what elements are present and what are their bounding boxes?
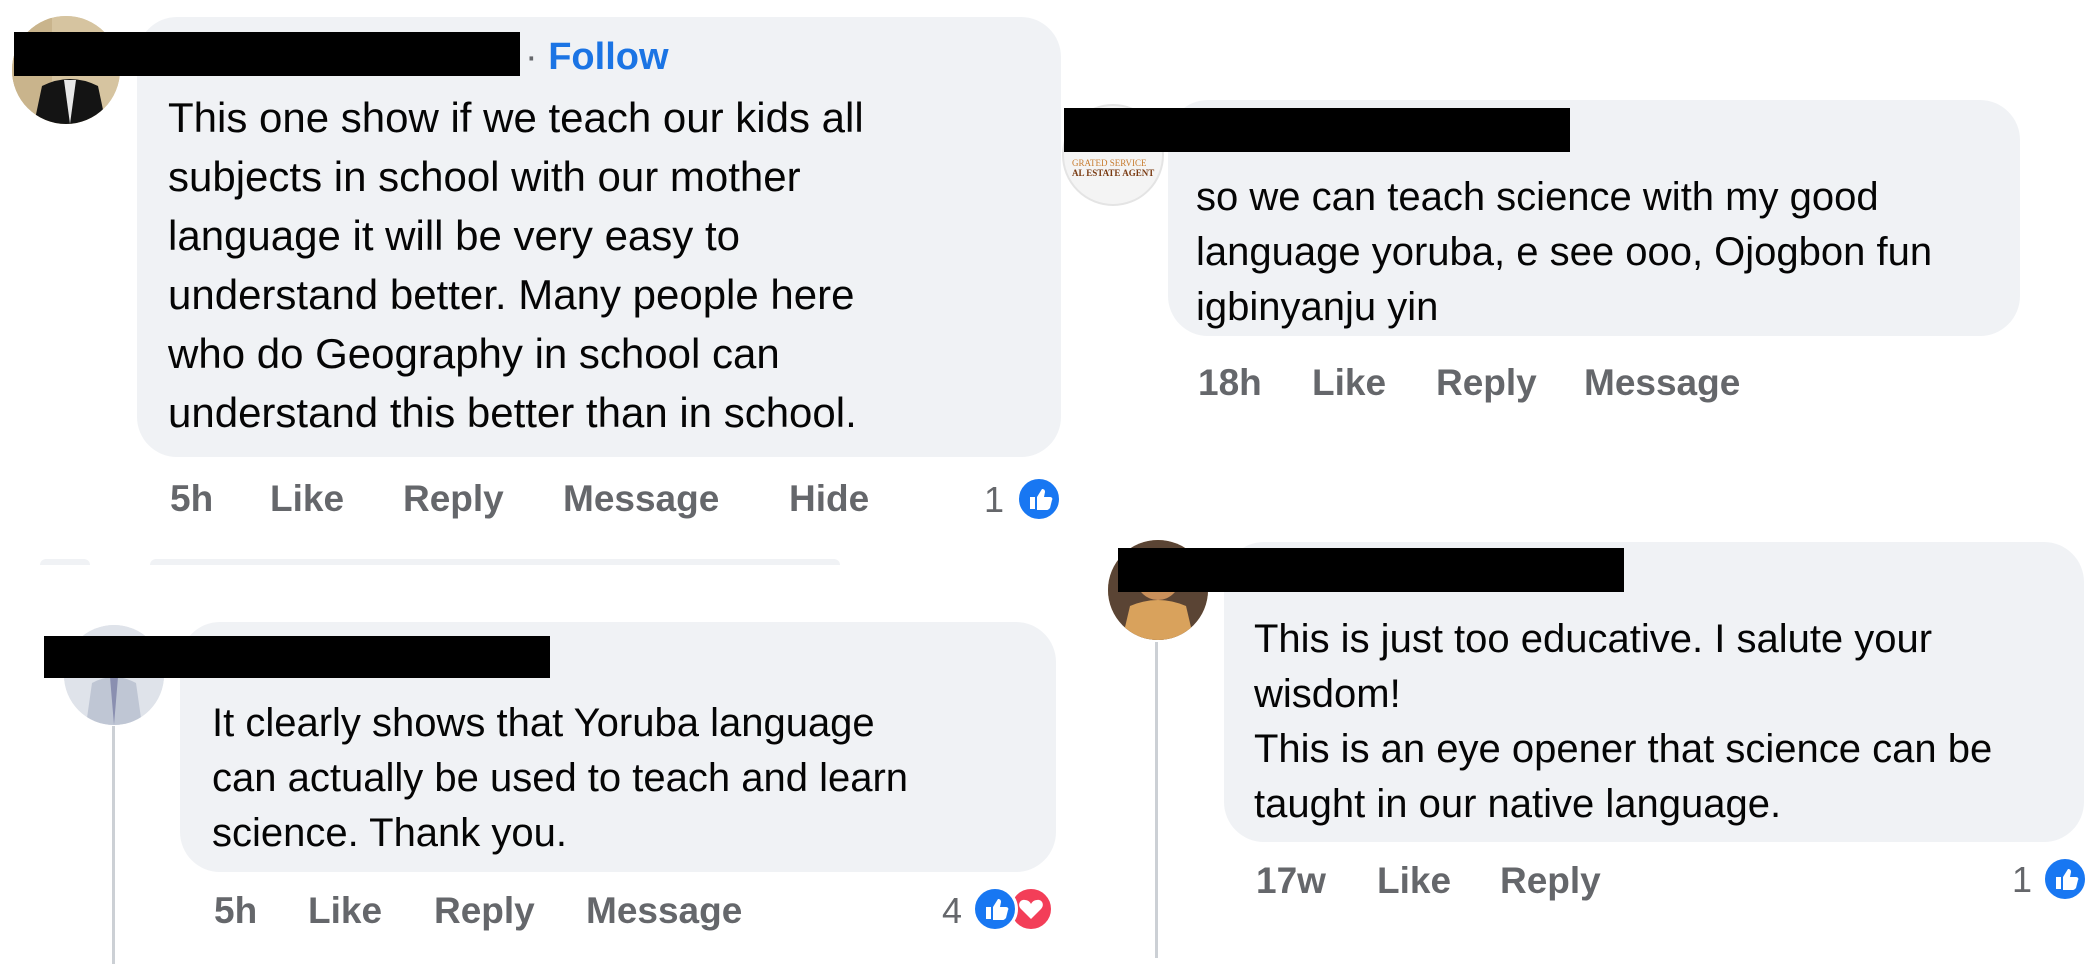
comment-line: can actually be used to teach and learn xyxy=(212,756,909,800)
comment-line: language it will be very easy to xyxy=(168,212,740,259)
redacted-author-name xyxy=(1064,108,1570,152)
reaction-summary[interactable]: 1 xyxy=(984,476,1084,526)
hide-button[interactable]: Hide xyxy=(789,478,869,520)
reply-button[interactable]: Reply xyxy=(434,890,535,932)
comment-line: so we can teach science with my good xyxy=(1196,175,1879,219)
like-button[interactable]: Like xyxy=(308,890,382,932)
comment-line: understand better. Many people here xyxy=(168,271,855,318)
like-button[interactable]: Like xyxy=(270,478,344,520)
comment-actions: 17w Like Reply xyxy=(1100,860,2100,910)
reaction-count: 1 xyxy=(2012,859,2033,900)
timestamp[interactable]: 5h xyxy=(170,478,213,520)
comment-text: so we can teach science with my good lan… xyxy=(1196,170,1932,335)
separator-dot: · xyxy=(525,36,549,78)
message-button[interactable]: Message xyxy=(586,890,742,932)
comment-text: This one show if we teach our kids all s… xyxy=(168,88,864,442)
comment-2: GRATED SERVICE AL ESTATE AGENT so we can… xyxy=(1060,90,2060,430)
comment-3: It clearly shows that Yoruba language ca… xyxy=(0,600,1080,964)
like-icon xyxy=(1016,476,1062,522)
like-button[interactable]: Like xyxy=(1377,860,1451,902)
reply-button[interactable]: Reply xyxy=(1500,860,1601,902)
redacted-author-name xyxy=(14,32,520,76)
thread-line xyxy=(1155,642,1158,958)
follow-link[interactable]: · Follow xyxy=(525,36,669,79)
timestamp[interactable]: 5h xyxy=(214,890,257,932)
comment-line: taught in our native language. xyxy=(1254,782,1782,826)
avatar-logo-text: GRATED SERVICE AL ESTATE AGENT xyxy=(1072,158,1155,178)
reaction-count: 4 xyxy=(942,890,963,931)
reaction-count: 1 xyxy=(984,479,1005,520)
comment-text: This is just too educative. I salute you… xyxy=(1254,612,1992,832)
reply-button[interactable]: Reply xyxy=(1436,362,1537,404)
comment-line: subjects in school with our mother xyxy=(168,153,801,200)
comment-line: igbinyanju yin xyxy=(1196,285,1439,329)
comment-line: understand this better than in school. xyxy=(168,389,857,436)
comment-line: This is an eye opener that science can b… xyxy=(1254,727,1993,771)
reaction-summary[interactable]: 1 xyxy=(2012,856,2100,906)
comment-line: This is just too educative. I salute you… xyxy=(1254,617,1933,661)
comment-line: It clearly shows that Yoruba language xyxy=(212,701,875,745)
follow-label[interactable]: Follow xyxy=(548,36,668,78)
reply-button[interactable]: Reply xyxy=(403,478,504,520)
comment-4: This is just too educative. I salute you… xyxy=(1100,530,2100,964)
redacted-author-name xyxy=(1118,548,1624,592)
divider xyxy=(150,559,840,565)
timestamp[interactable]: 18h xyxy=(1198,362,1262,404)
like-icon xyxy=(2042,856,2088,902)
comment-text: It clearly shows that Yoruba language ca… xyxy=(212,696,908,861)
like-button[interactable]: Like xyxy=(1312,362,1386,404)
message-button[interactable]: Message xyxy=(1584,362,1740,404)
timestamp[interactable]: 17w xyxy=(1256,860,1326,902)
comment-1: · Follow This one show if we teach our k… xyxy=(0,0,1080,540)
redacted-author-name xyxy=(44,636,550,678)
divider xyxy=(40,559,90,565)
like-icon xyxy=(972,886,1018,932)
comment-actions: 18h Like Reply Message xyxy=(1060,362,2060,412)
reaction-summary[interactable]: 4 xyxy=(942,886,1062,936)
comment-actions: 5h Like Reply Message Hide xyxy=(0,478,1080,528)
comment-line: language yoruba, e see ooo, Ojogbon fun xyxy=(1196,230,1933,274)
message-button[interactable]: Message xyxy=(563,478,719,520)
comment-line: This one show if we teach our kids all xyxy=(168,94,864,141)
comment-actions: 5h Like Reply Message xyxy=(0,890,1080,940)
comment-line: wisdom! xyxy=(1254,672,1401,716)
comment-line: who do Geography in school can xyxy=(168,330,780,377)
comment-line: science. Thank you. xyxy=(212,811,568,855)
